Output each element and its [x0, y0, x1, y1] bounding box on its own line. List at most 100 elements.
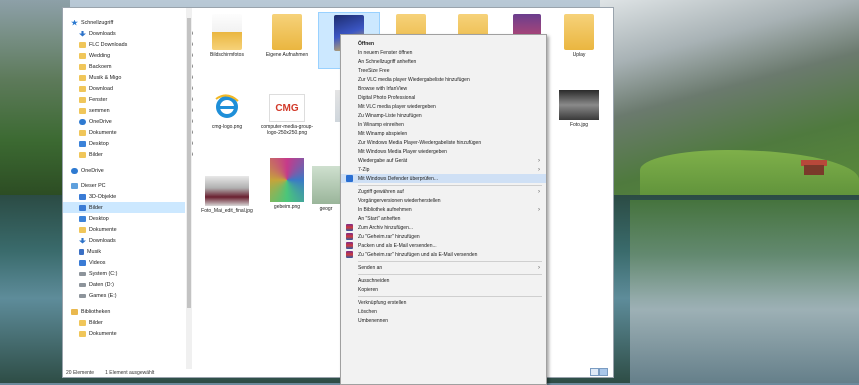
menu-label: Zur Windows Media Player-Wiedergabeliste…	[358, 139, 482, 146]
nav-drive-e[interactable]: Games (E:)	[79, 290, 201, 301]
nav-lib-bilder[interactable]: Bilder	[79, 317, 201, 328]
nav-backoem[interactable]: Backoem✱	[79, 61, 201, 72]
file-item[interactable]: Foto.jpg	[549, 90, 609, 128]
nav-drive-c[interactable]: System (C:)	[79, 268, 201, 279]
download-icon	[79, 30, 86, 37]
nav-semmen[interactable]: semmen✱	[79, 105, 201, 116]
menu-item-restore-previous[interactable]: Vorgängerversionen wiederherstellen	[341, 196, 546, 205]
menu-item-send-to[interactable]: Senden an ›	[341, 263, 546, 272]
folder-icon	[79, 129, 86, 136]
nav-this-pc[interactable]: Dieser PC	[71, 180, 193, 191]
menu-label: Zum Archiv hinzufügen...	[358, 224, 414, 231]
file-item[interactable]: Bildschirmfotos	[197, 14, 257, 58]
menu-item-winamp-enqueue[interactable]: In Winamp einreihen	[341, 120, 546, 129]
nav-desktop[interactable]: Desktop	[79, 213, 201, 224]
nav-musik-migo[interactable]: Musik & Migo✱	[79, 72, 201, 83]
menu-item-pin-start[interactable]: An "Start" anheften	[341, 214, 546, 223]
nav-desktop-pinned[interactable]: Desktop✱	[79, 138, 201, 149]
menu-item-wmp-playlist[interactable]: Zur Windows Media Player-Wiedergabeliste…	[341, 138, 546, 147]
menu-item-add-archive[interactable]: Zum Archiv hinzufügen...	[341, 223, 546, 232]
nav-onedrive-pinned[interactable]: OneDrive✱	[79, 116, 201, 127]
navigation-scrollbar[interactable]	[186, 8, 192, 371]
menu-item-pack-email[interactable]: Packen und als E-Mail versenden...	[341, 241, 546, 250]
menu-item-cut[interactable]: Ausschneiden	[341, 276, 546, 285]
menu-item-include-library[interactable]: In Bibliothek aufnehmen ›	[341, 205, 546, 214]
cloud-icon	[71, 167, 78, 174]
menu-item-treesize[interactable]: TreeSize Free	[341, 66, 546, 75]
nav-label: Bibliotheken	[81, 308, 111, 315]
nav-bilder-selected[interactable]: Bilder	[63, 202, 185, 213]
menu-label: Senden an	[358, 264, 383, 271]
nav-onedrive[interactable]: OneDrive	[71, 165, 193, 176]
menu-item-winamp-add[interactable]: Zu Winamp-Liste hinzufügen	[341, 111, 546, 120]
menu-label: Öffnen	[358, 40, 375, 47]
large-icons-view-button[interactable]	[599, 368, 608, 376]
menu-label: In Bibliothek aufnehmen	[358, 206, 412, 213]
menu-item-cast-to-device[interactable]: Wiedergabe auf Gerät ›	[341, 156, 546, 165]
nav-quick-access[interactable]: Schnellzugriff	[71, 17, 193, 28]
nav-videos[interactable]: Videos	[79, 257, 201, 268]
nav-dokumente-pinned[interactable]: Dokumente✱	[79, 127, 201, 138]
video-icon	[79, 259, 86, 266]
cmg-logo-text: CMG	[275, 102, 299, 114]
menu-item-7zip[interactable]: 7-Zip ›	[341, 165, 546, 174]
cloud-icon	[79, 118, 86, 125]
nav-downloads[interactable]: Downloads✱	[79, 28, 201, 39]
details-view-button[interactable]	[590, 368, 599, 376]
menu-item-digital-photo[interactable]: Digital Photo Professional	[341, 93, 546, 102]
file-item[interactable]: Uplay	[549, 14, 609, 58]
file-item[interactable]: gebeim.png	[257, 158, 317, 210]
folder-icon	[79, 52, 86, 59]
nav-3d-objects[interactable]: 3D-Objekte	[79, 191, 201, 202]
menu-label: Zu Winamp-Liste hinzufügen	[358, 112, 422, 119]
nav-wedding[interactable]: Wedding✱	[79, 50, 201, 61]
menu-item-create-shortcut[interactable]: Verknüpfung erstellen	[341, 298, 546, 307]
nav-libraries[interactable]: Bibliotheken	[71, 306, 193, 317]
nav-flc-downloads[interactable]: FLC Downloads✱	[79, 39, 201, 50]
menu-item-vlc-playlist[interactable]: Zur VLC media player Wiedergabeliste hin…	[341, 75, 546, 84]
menu-item-geheim-rar-email[interactable]: Zu "Geheim.rar" hinzufügen und als E-Mai…	[341, 250, 546, 259]
file-label: geogr	[319, 206, 333, 212]
library-icon	[71, 308, 78, 315]
nav-fenster[interactable]: Fenster✱	[79, 94, 201, 105]
nav-dokumente[interactable]: Dokumente	[79, 224, 201, 235]
desktop-icon	[79, 140, 86, 147]
folder-icon	[79, 330, 86, 337]
nav-musik[interactable]: Musik	[79, 246, 201, 257]
menu-label: Kopieren	[358, 286, 379, 293]
image-thumbnail	[312, 166, 340, 204]
menu-item-copy[interactable]: Kopieren	[341, 285, 546, 294]
context-menu: Öffnen In neuem Fenster öffnen An Schnel…	[340, 34, 547, 385]
folder-icon	[79, 41, 86, 48]
menu-item-vlc-play[interactable]: Mit VLC media player wiedergeben	[341, 102, 546, 111]
menu-item-add-geheim-rar[interactable]: Zu "Geheim.rar" hinzufügen	[341, 232, 546, 241]
menu-item-rename[interactable]: Umbenennen	[341, 316, 546, 325]
menu-label: Mit VLC media player wiedergeben	[358, 103, 436, 110]
folder-icon	[79, 107, 86, 114]
scrollbar-thumb[interactable]	[187, 18, 191, 308]
menu-item-open[interactable]: Öffnen	[341, 39, 546, 48]
menu-item-windows-defender[interactable]: Mit Windows Defender überprüfen...	[341, 174, 546, 183]
menu-item-winamp-play[interactable]: Mit Winamp abspielen	[341, 129, 546, 138]
file-item[interactable]: cmg-logo.png	[197, 90, 257, 130]
menu-label: Verknüpfung erstellen	[358, 299, 407, 306]
nav-bilder-pinned[interactable]: Bilder✱	[79, 149, 201, 160]
nav-drive-d[interactable]: Daten (D:)	[79, 279, 201, 290]
menu-item-pin-quick-access[interactable]: An Schnellzugriff anheften	[341, 57, 546, 66]
file-item[interactable]: CMG computer-media-group-logo-250x250.pn…	[257, 90, 317, 137]
menu-item-delete[interactable]: Löschen	[341, 307, 546, 316]
menu-label: Zu "Geheim.rar" hinzufügen und als E-Mai…	[358, 251, 478, 258]
file-item[interactable]: Foto_Mai_edit_final.jpg	[197, 176, 257, 214]
nav-downloads-pc[interactable]: Downloads	[79, 235, 201, 246]
nav-label: semmen	[89, 107, 110, 114]
nav-download[interactable]: Download✱	[79, 83, 201, 94]
menu-item-open-new-window[interactable]: In neuem Fenster öffnen	[341, 48, 546, 57]
nav-label: Fenster	[89, 96, 108, 103]
menu-separator	[358, 296, 542, 297]
file-item[interactable]: geogr	[311, 166, 341, 212]
menu-item-give-access[interactable]: Zugriff gewähren auf ›	[341, 187, 546, 196]
menu-item-wmp-play[interactable]: Mit Windows Media Player wiedergeben	[341, 147, 546, 156]
nav-lib-dokumente[interactable]: Dokumente	[79, 328, 201, 339]
menu-item-irfanview[interactable]: Browse with IrfanView	[341, 84, 546, 93]
file-item[interactable]: Eigene Aufnahmen	[257, 14, 317, 58]
